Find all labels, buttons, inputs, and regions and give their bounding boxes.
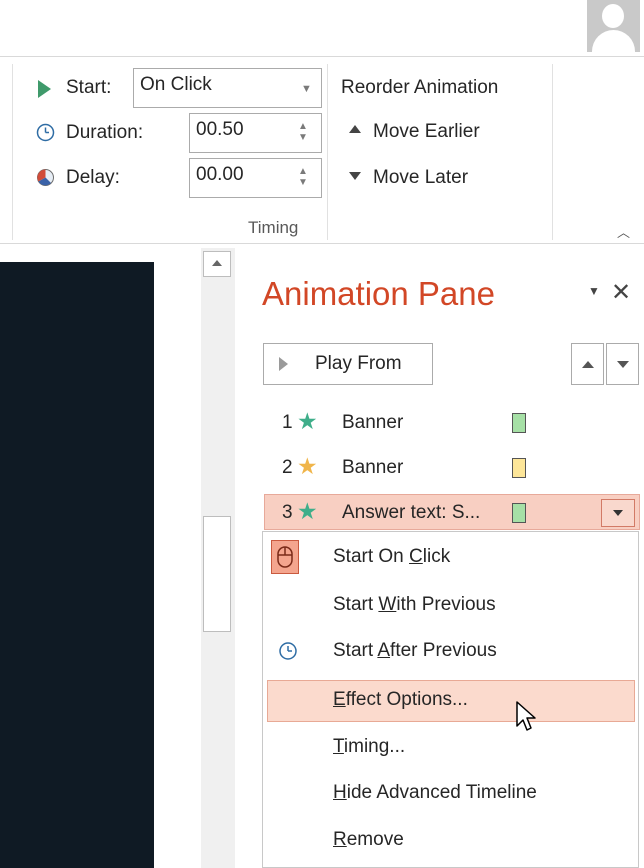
ribbon-group-divider xyxy=(327,64,328,240)
item-number: 2 xyxy=(282,457,293,478)
clock-icon xyxy=(36,123,55,142)
menu-item-timing[interactable]: Timing... xyxy=(333,736,405,758)
start-play-icon xyxy=(38,80,51,98)
menu-item-start-on-click[interactable]: Start On Click xyxy=(333,546,450,568)
chevron-down-icon xyxy=(613,510,623,516)
close-icon[interactable]: ✕ xyxy=(611,278,631,307)
entrance-star-icon: ★ xyxy=(297,408,318,434)
entrance-star-icon: ★ xyxy=(297,498,318,524)
menu-item-start-after-previous[interactable]: Start After Previous xyxy=(333,640,497,662)
reorder-animation-label: Reorder Animation xyxy=(341,77,499,98)
item-label: Answer text: S... xyxy=(342,502,481,523)
scroll-up-button[interactable] xyxy=(203,251,231,277)
animation-pane-title: Animation Pane xyxy=(262,275,495,312)
arrow-down-icon xyxy=(349,172,361,180)
chevron-down-icon: ▼ xyxy=(301,83,312,95)
item-label: Banner xyxy=(342,457,404,478)
arrow-up-icon xyxy=(349,125,361,133)
pane-options-icon[interactable]: ▼ xyxy=(588,284,600,298)
menu-item-hide-advanced-timeline[interactable]: Hide Advanced Timeline xyxy=(333,782,537,804)
delay-icon xyxy=(36,168,55,187)
animation-item[interactable]: 2 ★ Banner xyxy=(264,450,640,486)
item-number: 3 xyxy=(282,502,293,523)
ribbon-right-divider xyxy=(552,64,553,240)
scroll-thumb[interactable] xyxy=(203,516,231,632)
menu-item-remove[interactable]: Remove xyxy=(333,829,404,851)
menu-item-start-with-previous[interactable]: Start With Previous xyxy=(333,594,496,616)
play-from-button[interactable]: Play From xyxy=(263,343,433,385)
timing-bar[interactable] xyxy=(512,503,526,523)
delay-value: 00.00 xyxy=(196,164,244,185)
move-earlier-label: Move Earlier xyxy=(373,121,480,142)
arrow-up-icon xyxy=(582,361,594,368)
move-earlier-button[interactable]: Move Earlier xyxy=(349,117,549,147)
delay-input[interactable]: 00.00 ▲ ▼ xyxy=(189,158,322,198)
scroll-up-icon xyxy=(212,260,222,266)
duration-value: 00.50 xyxy=(196,119,244,140)
start-dropdown-value: On Click xyxy=(140,74,212,95)
ribbon-left-divider xyxy=(12,64,13,240)
animation-item-selected[interactable]: 3 ★ Answer text: S... xyxy=(264,494,640,530)
duration-input[interactable]: 00.50 ▲ ▼ xyxy=(189,113,322,153)
timing-group-label: Timing xyxy=(248,218,299,237)
mouse-cursor-icon xyxy=(515,700,539,736)
duration-spinner-icon[interactable]: ▲ ▼ xyxy=(298,121,308,143)
collapse-ribbon-icon[interactable]: ︿ xyxy=(617,222,630,241)
start-label: Start: xyxy=(66,77,112,98)
move-later-button[interactable]: Move Later xyxy=(349,163,549,193)
play-icon xyxy=(279,357,288,371)
slide-preview[interactable] xyxy=(0,262,154,868)
menu-item-effect-options[interactable]: Effect Options... xyxy=(333,689,468,711)
mouse-click-icon xyxy=(271,540,299,574)
item-dropdown-button[interactable] xyxy=(601,499,635,527)
delay-label: Delay: xyxy=(66,167,120,188)
start-dropdown[interactable]: On Click ▼ xyxy=(133,68,322,108)
delay-spinner-icon[interactable]: ▲ ▼ xyxy=(298,166,308,188)
user-avatar-icon[interactable] xyxy=(587,0,640,52)
play-from-label: Play From xyxy=(315,353,402,374)
item-label: Banner xyxy=(342,412,404,433)
move-later-label: Move Later xyxy=(373,167,469,188)
move-item-down-button[interactable] xyxy=(606,343,639,385)
move-item-up-button[interactable] xyxy=(571,343,604,385)
timing-bar[interactable] xyxy=(512,458,526,478)
timing-bar[interactable] xyxy=(512,413,526,433)
clock-icon xyxy=(278,641,298,661)
ribbon-bottom-divider xyxy=(0,243,644,244)
duration-label: Duration: xyxy=(66,122,144,143)
ribbon-top-divider xyxy=(0,56,644,57)
item-number: 1 xyxy=(282,412,293,433)
animation-item[interactable]: 1 ★ Banner xyxy=(264,405,640,441)
arrow-down-icon xyxy=(617,361,629,368)
emphasis-star-icon: ★ xyxy=(297,453,318,479)
